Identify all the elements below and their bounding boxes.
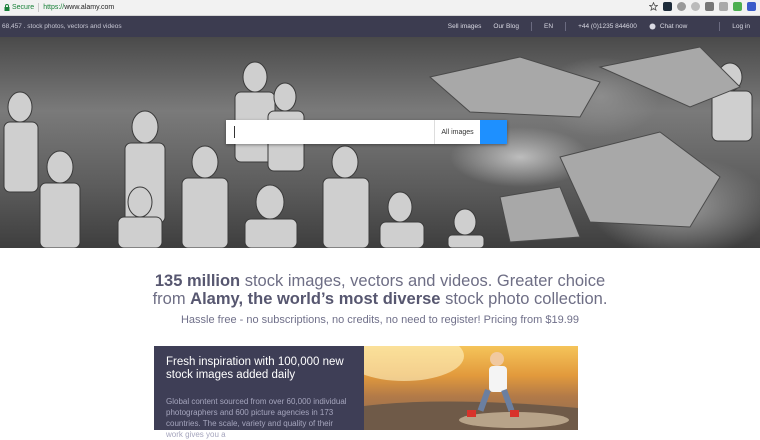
pricing-subline: Hassle free - no subscriptions, no credi… [180,314,580,326]
warrior-figure [244,184,298,248]
headline-bold-brand: Alamy, the world’s most diverse [190,290,441,308]
divider [38,3,40,12]
feature-photo [364,346,578,430]
headline-bold-count: 135 million [154,272,241,290]
warrior-figure [39,150,81,248]
secure-indicator[interactable]: Secure [4,4,34,11]
log-in-link[interactable]: Log in [732,23,750,30]
site-nav-bar: 68,457 . stock photos, vectors and video… [0,16,760,37]
sun-glow [364,346,464,381]
red-boot [510,410,519,417]
nav-our-blog[interactable]: Our Blog [493,23,519,30]
headline-text: stock photo collection. [440,290,608,308]
main-headline: 135 million stock images, vectors and vi… [0,272,760,308]
warrior-figure [379,191,425,248]
hero-banner: All images [0,37,760,248]
image-count: 68,457 . stock photos, vectors and video… [2,23,122,30]
rubble-shape [428,56,601,118]
category-label: All images [441,128,474,136]
extension-icon[interactable] [747,2,756,11]
search-button[interactable] [480,120,507,144]
warrior-figure [181,145,229,248]
rubble-shape [499,186,581,243]
divider [531,22,533,31]
child-head [490,352,504,366]
nav-sell-images[interactable]: Sell images [448,23,482,30]
chat-now-label: Chat now [659,23,688,30]
child-body [489,366,507,392]
url-host: www.alamy.com [64,4,115,11]
url-scheme: https:// [43,4,65,11]
feature-title: Fresh inspiration with 100,000 new stock… [166,356,344,381]
browser-address-bar: Secure https://www.alamy.com [0,0,760,16]
child-in-puddle-image [364,346,578,430]
secure-label: Secure [12,4,35,11]
extension-icon[interactable] [663,2,672,11]
headline-text: from [152,290,191,308]
url-field[interactable]: https://www.alamy.com [43,4,114,11]
headline-text: stock images, vectors and videos. Greate… [240,272,606,290]
search-input[interactable] [226,120,434,144]
text-caret [234,126,235,138]
rubble-shape [559,131,721,228]
star-icon[interactable] [649,2,658,11]
nav-links: Sell images Our Blog EN +44 (0)1235 8446… [448,16,750,37]
warrior-figure [3,91,39,193]
divider [719,22,721,31]
feature-body-bold: greater choice of creative [227,430,325,439]
language-selector[interactable]: EN [544,23,553,30]
extension-icon[interactable] [719,2,728,11]
red-boot [467,410,476,417]
extension-icon[interactable] [733,2,742,11]
warrior-figure [447,208,485,248]
extension-icon[interactable] [691,2,700,11]
extension-icon[interactable] [705,2,714,11]
headline-line-1: 135 million stock images, vectors and vi… [0,272,760,290]
chat-now-link[interactable]: Chat now [649,23,687,30]
browser-extensions [649,2,756,11]
search-bar: All images [226,120,507,144]
feature-card: Fresh inspiration with 100,000 new stock… [154,346,364,439]
divider [565,22,567,31]
feature-body: Global content sourced from over 60,000 … [166,396,352,440]
phone-number: +44 (0)1235 844600 [578,23,637,30]
extension-icon[interactable] [677,2,686,11]
headline-line-2: from Alamy, the world’s most diverse sto… [0,290,760,308]
category-dropdown[interactable]: All images [434,120,480,144]
warrior-figure [322,145,370,248]
chat-icon [649,23,656,30]
lock-icon [4,4,10,11]
